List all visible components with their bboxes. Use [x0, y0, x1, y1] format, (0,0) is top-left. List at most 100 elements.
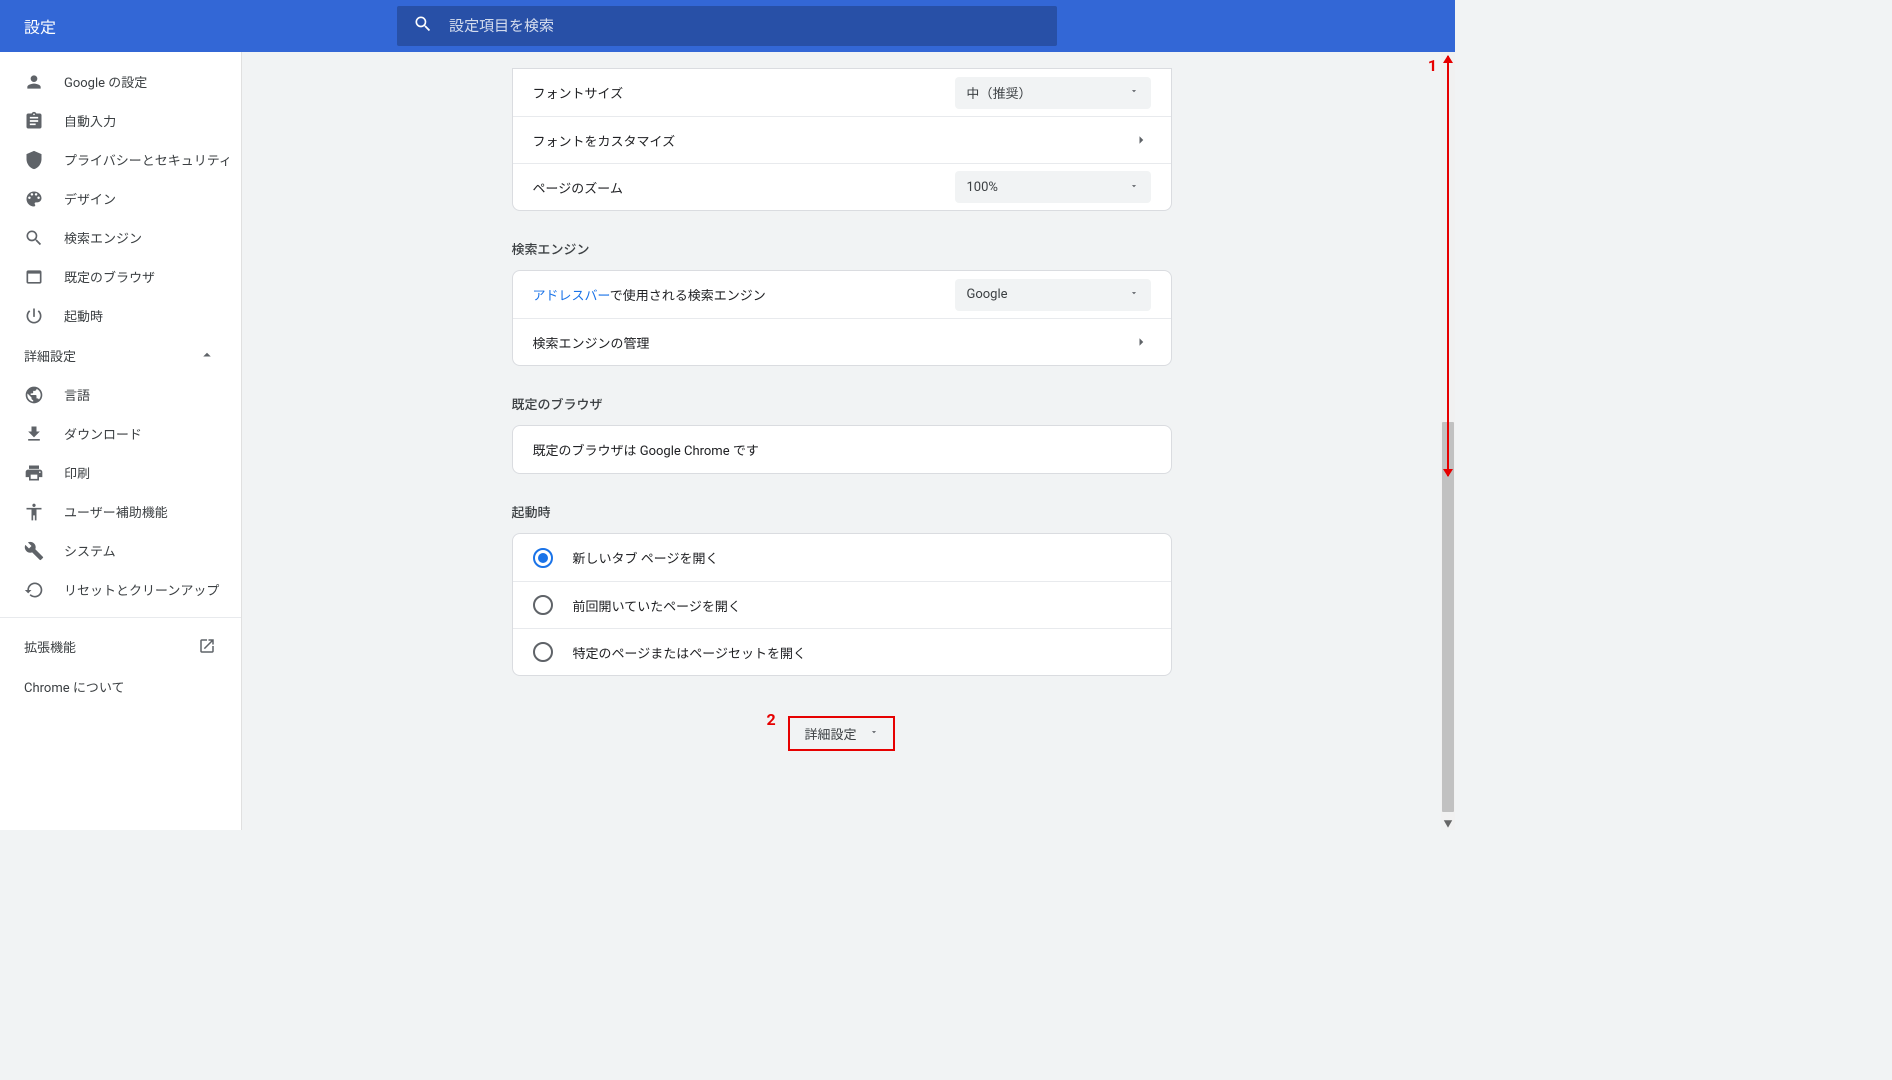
chevron-right-icon: [1131, 130, 1151, 150]
sidebar-item-google[interactable]: Google の設定: [0, 62, 241, 101]
sidebar-item-accessibility[interactable]: ユーザー補助機能: [0, 492, 241, 531]
font-size-select[interactable]: 中（推奨）: [955, 77, 1151, 109]
header-bar: 設定: [0, 0, 1455, 52]
radio-icon[interactable]: [533, 642, 553, 662]
globe-icon: [24, 385, 64, 405]
startup-option-label: 特定のページまたはページセットを開く: [573, 643, 806, 662]
search-icon: [24, 228, 64, 248]
sidebar-item-label: 自動入力: [64, 111, 116, 130]
search-box[interactable]: [397, 6, 1057, 46]
sidebar-item-label: リセットとクリーンアップ: [64, 580, 219, 599]
sidebar-item-label: 起動時: [64, 306, 103, 325]
sidebar-item-print[interactable]: 印刷: [0, 453, 241, 492]
sidebar-item-reset[interactable]: リセットとクリーンアップ: [0, 570, 241, 609]
sidebar-item-label: デザイン: [64, 189, 116, 208]
sidebar: Google の設定 自動入力 プライバシーとセキュリティ デザイン 検索エンジ…: [0, 52, 242, 830]
search-engine-section-title: 検索エンジン: [512, 239, 1172, 258]
palette-icon: [24, 189, 64, 209]
default-browser-section-title: 既定のブラウザ: [512, 394, 1172, 413]
chevron-up-icon: [197, 345, 217, 365]
startup-section-title: 起動時: [512, 502, 1172, 521]
clipboard-icon: [24, 111, 64, 131]
caret-down-icon: [869, 726, 879, 741]
search-input[interactable]: [449, 17, 1041, 35]
sidebar-item-label: プライバシーとセキュリティ: [64, 150, 232, 169]
sidebar-item-language[interactable]: 言語: [0, 375, 241, 414]
sidebar-item-privacy[interactable]: プライバシーとセキュリティ: [0, 140, 241, 179]
sidebar-item-default-browser[interactable]: 既定のブラウザ: [0, 257, 241, 296]
addressbar-link[interactable]: アドレスバー: [533, 289, 610, 304]
zoom-value: 100%: [967, 180, 998, 195]
font-size-value: 中（推奨）: [967, 83, 1032, 102]
print-icon: [24, 463, 64, 483]
search-engine-select[interactable]: Google: [955, 279, 1151, 311]
search-engine-card: アドレスバーで使用される検索エンジン Google 検索エンジンの管理: [512, 270, 1172, 366]
sidebar-item-label: ダウンロード: [64, 424, 142, 443]
radio-icon[interactable]: [533, 595, 553, 615]
scroll-down-arrow[interactable]: ▼: [1441, 816, 1455, 830]
sidebar-item-label: 検索エンジン: [64, 228, 142, 247]
default-browser-text-row: 既定のブラウザは Google Chrome です: [513, 426, 1171, 473]
annotation-1-arrow: [1447, 56, 1449, 476]
main-content: フォントサイズ 中（推奨） フォントをカスタマイズ ページのズーム 100% 検…: [242, 52, 1441, 830]
restore-icon: [24, 580, 64, 600]
wrench-icon: [24, 541, 64, 561]
default-browser-text: 既定のブラウザは Google Chrome です: [533, 440, 759, 459]
download-icon: [24, 424, 64, 444]
sidebar-item-label: 印刷: [64, 463, 90, 482]
open-external-icon: [197, 636, 217, 656]
startup-option-continue[interactable]: 前回開いていたページを開く: [513, 581, 1171, 628]
customize-fonts-row[interactable]: フォントをカスタマイズ: [513, 116, 1171, 163]
search-icon: [413, 14, 433, 38]
power-icon: [24, 306, 64, 326]
caret-down-icon: [1129, 85, 1139, 100]
font-size-label: フォントサイズ: [533, 83, 624, 102]
advanced-settings-button[interactable]: 詳細設定: [788, 716, 894, 751]
sidebar-item-label: 既定のブラウザ: [64, 267, 155, 286]
startup-option-label: 前回開いていたページを開く: [573, 596, 741, 615]
shield-icon: [24, 150, 64, 170]
startup-card: 新しいタブ ページを開く 前回開いていたページを開く 特定のページまたはページセ…: [512, 533, 1172, 676]
header-title: 設定: [24, 14, 397, 38]
sidebar-item-appearance[interactable]: デザイン: [0, 179, 241, 218]
annotation-2: 2: [766, 710, 775, 729]
zoom-select[interactable]: 100%: [955, 171, 1151, 203]
radio-icon[interactable]: [533, 548, 553, 568]
appearance-card: フォントサイズ 中（推奨） フォントをカスタマイズ ページのズーム 100%: [512, 68, 1172, 211]
addressbar-engine-row[interactable]: アドレスバーで使用される検索エンジン Google: [513, 271, 1171, 318]
caret-down-icon: [1129, 180, 1139, 195]
sidebar-advanced-label: 詳細設定: [24, 346, 76, 365]
zoom-row[interactable]: ページのズーム 100%: [513, 163, 1171, 210]
sidebar-about-chrome[interactable]: Chrome について: [0, 666, 241, 706]
accessibility-icon: [24, 502, 64, 522]
caret-down-icon: [1129, 287, 1139, 302]
font-size-row[interactable]: フォントサイズ 中（推奨）: [513, 69, 1171, 116]
sidebar-extensions[interactable]: 拡張機能: [0, 626, 241, 666]
sidebar-item-label: システム: [64, 541, 116, 560]
window-icon: [24, 267, 64, 287]
scroll-thumb[interactable]: [1442, 422, 1454, 812]
advanced-button-label: 詳細設定: [804, 724, 856, 743]
startup-option-label: 新しいタブ ページを開く: [573, 548, 719, 567]
sidebar-item-search-engine[interactable]: 検索エンジン: [0, 218, 241, 257]
default-browser-card: 既定のブラウザは Google Chrome です: [512, 425, 1172, 474]
person-icon: [24, 72, 64, 92]
sidebar-item-label: 言語: [64, 385, 90, 404]
sidebar-advanced-toggle[interactable]: 詳細設定: [0, 335, 241, 375]
sidebar-separator: [0, 617, 241, 618]
addressbar-suffix: で使用される検索エンジン: [610, 289, 766, 304]
startup-option-specific[interactable]: 特定のページまたはページセットを開く: [513, 628, 1171, 675]
startup-option-new-tab[interactable]: 新しいタブ ページを開く: [513, 534, 1171, 581]
sidebar-item-startup[interactable]: 起動時: [0, 296, 241, 335]
addressbar-engine-text: アドレスバーで使用される検索エンジン: [533, 285, 766, 304]
manage-search-engines-row[interactable]: 検索エンジンの管理: [513, 318, 1171, 365]
sidebar-item-system[interactable]: システム: [0, 531, 241, 570]
search-engine-value: Google: [967, 287, 1008, 302]
zoom-label: ページのズーム: [533, 178, 623, 197]
chevron-right-icon: [1131, 332, 1151, 352]
customize-fonts-label: フォントをカスタマイズ: [533, 131, 676, 150]
sidebar-item-autofill[interactable]: 自動入力: [0, 101, 241, 140]
sidebar-item-downloads[interactable]: ダウンロード: [0, 414, 241, 453]
sidebar-item-label: ユーザー補助機能: [64, 502, 168, 521]
sidebar-about-label: Chrome について: [24, 677, 124, 696]
